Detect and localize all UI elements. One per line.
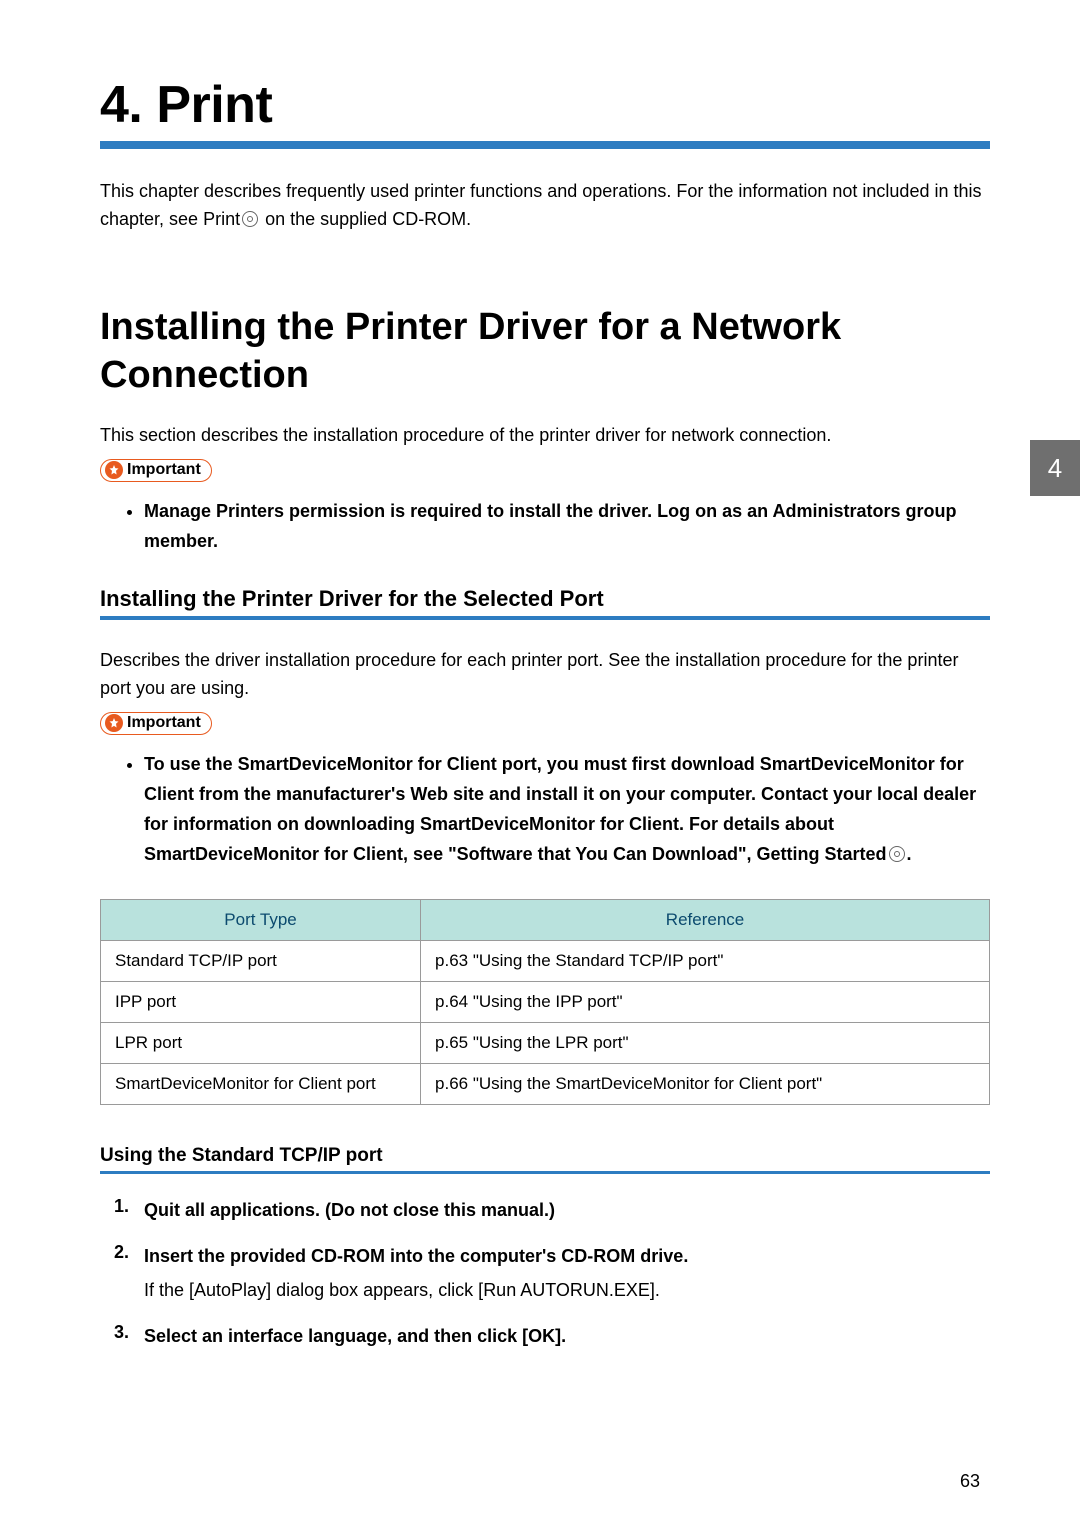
cd-icon <box>889 846 905 862</box>
important-item: To use the SmartDeviceMonitor for Client… <box>144 749 990 869</box>
important-item-tail: . <box>907 844 912 864</box>
table-header-ref: Reference <box>421 900 990 941</box>
important-pill-2: Important <box>100 712 212 735</box>
important-label: Important <box>127 714 201 732</box>
table-cell-port: LPR port <box>101 1023 421 1064</box>
chapter-title: 4. Print <box>100 75 990 135</box>
step-title: Insert the provided CD-ROM into the comp… <box>144 1242 990 1270</box>
subsub-title: Using the Standard TCP/IP port <box>100 1145 990 1167</box>
table-cell-ref: p.63 "Using the Standard TCP/IP port" <box>421 941 990 982</box>
important-list: Manage Printers permission is required t… <box>100 496 990 556</box>
step-item: Select an interface language, and then c… <box>126 1322 990 1350</box>
table-cell-port: Standard TCP/IP port <box>101 941 421 982</box>
table-row: IPP port p.64 "Using the IPP port" <box>101 982 990 1023</box>
table-cell-port: IPP port <box>101 982 421 1023</box>
subsection-rule <box>100 616 990 620</box>
table-cell-port: SmartDeviceMonitor for Client port <box>101 1064 421 1105</box>
subsection-title: Installing the Printer Driver for the Se… <box>100 586 990 612</box>
page: 4. Print This chapter describes frequent… <box>0 0 1080 1532</box>
step-title: Quit all applications. (Do not close thi… <box>144 1196 990 1224</box>
step-item: Quit all applications. (Do not close thi… <box>126 1196 990 1224</box>
chapter-intro: This chapter describes frequently used p… <box>100 177 990 233</box>
important-item-text: To use the SmartDeviceMonitor for Client… <box>144 754 976 864</box>
chapter-rule <box>100 141 990 149</box>
table-row: SmartDeviceMonitor for Client port p.66 … <box>101 1064 990 1105</box>
important-item: Manage Printers permission is required t… <box>144 496 990 556</box>
section-intro: This section describes the installation … <box>100 421 990 449</box>
table-row: Standard TCP/IP port p.63 "Using the Sta… <box>101 941 990 982</box>
important-list-2: To use the SmartDeviceMonitor for Client… <box>100 749 990 869</box>
cd-icon <box>242 211 258 227</box>
steps-list: Quit all applications. (Do not close thi… <box>100 1196 990 1350</box>
page-number: 63 <box>960 1471 980 1492</box>
step-item: Insert the provided CD-ROM into the comp… <box>126 1242 990 1304</box>
star-icon <box>105 714 123 732</box>
chapter-intro-text-2: on the supplied CD-ROM. <box>260 209 471 229</box>
step-title: Select an interface language, and then c… <box>144 1322 990 1350</box>
subsection-intro: Describes the driver installation proced… <box>100 646 990 702</box>
table-header-port: Port Type <box>101 900 421 941</box>
table-cell-ref: p.65 "Using the LPR port" <box>421 1023 990 1064</box>
table-cell-ref: p.66 "Using the SmartDeviceMonitor for C… <box>421 1064 990 1105</box>
important-pill: Important <box>100 459 212 482</box>
chapter-tab: 4 <box>1030 440 1080 496</box>
subsub-rule <box>100 1171 990 1174</box>
chapter-intro-text-1: This chapter describes frequently used p… <box>100 181 982 229</box>
step-body: If the [AutoPlay] dialog box appears, cl… <box>144 1276 990 1304</box>
star-icon <box>105 461 123 479</box>
port-table: Port Type Reference Standard TCP/IP port… <box>100 899 990 1105</box>
table-row: LPR port p.65 "Using the LPR port" <box>101 1023 990 1064</box>
important-label: Important <box>127 461 201 479</box>
section-title: Installing the Printer Driver for a Netw… <box>100 303 990 399</box>
table-cell-ref: p.64 "Using the IPP port" <box>421 982 990 1023</box>
